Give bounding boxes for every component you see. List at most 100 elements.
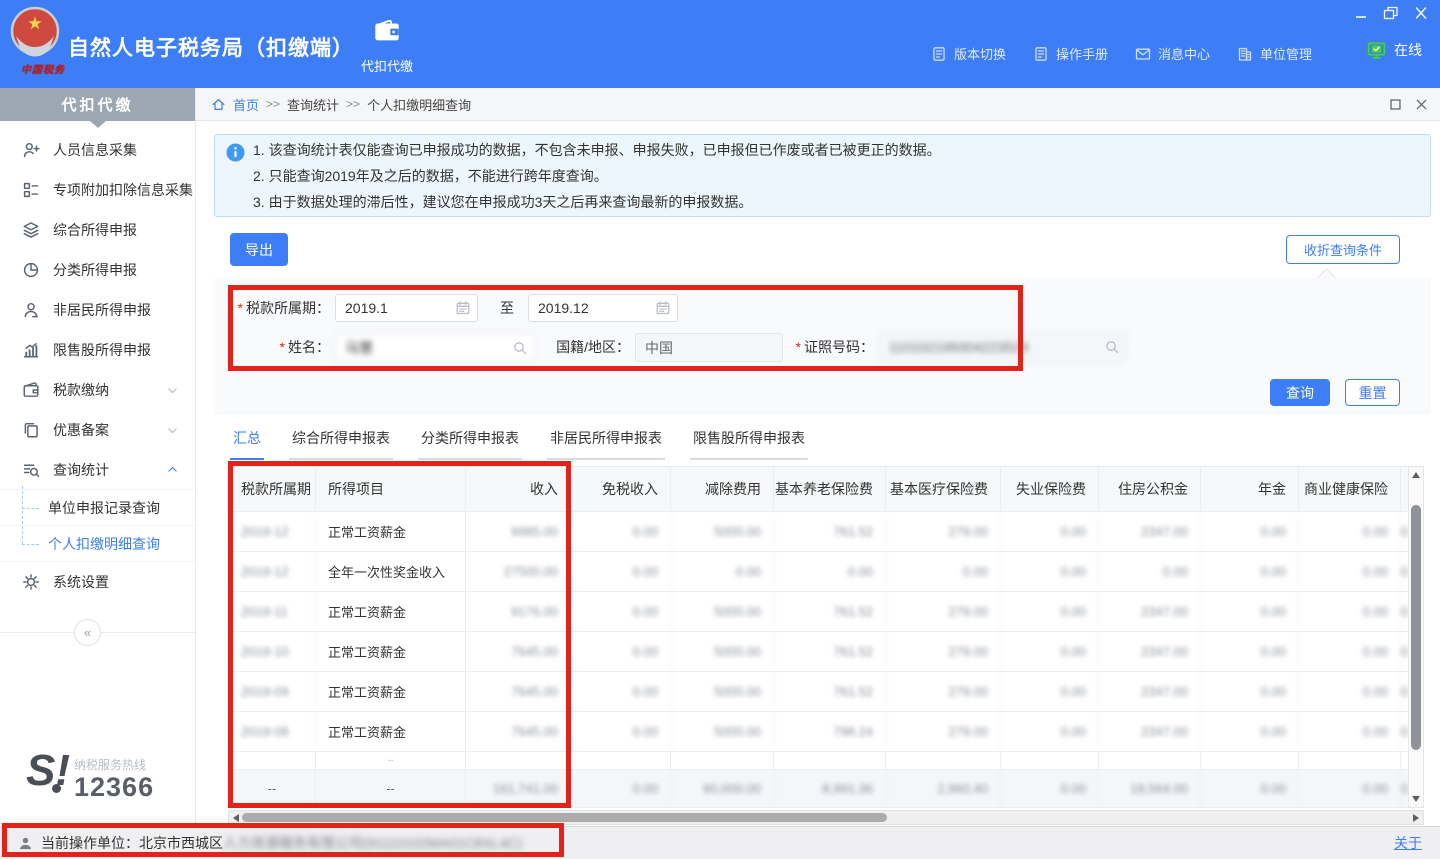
nationality-input[interactable]: [635, 333, 783, 362]
table-header-row: 税款所属期所得项目收入免税收入减除费用基本养老保险费基本医疗保险费失业保险费住房…: [229, 466, 1408, 512]
result-table-wrap: 税款所属期所得项目收入免税收入减除费用基本养老保险费基本医疗保险费失业保险费住房…: [228, 466, 1424, 824]
sidebar-item-comprehensive-income[interactable]: 综合所得申报: [0, 210, 195, 250]
close-pane-icon[interactable]: [1415, 98, 1428, 111]
cell: 0.00: [571, 672, 671, 711]
cell: 279.00: [886, 712, 1001, 751]
scroll-up-arrow[interactable]: [1412, 472, 1420, 478]
sidebar-item-nonresident-income[interactable]: 非居民所得申报: [0, 290, 195, 330]
nav-item-version-switch[interactable]: 版本切换: [931, 44, 1006, 63]
tab-nonresident[interactable]: 非居民所得申报表: [547, 428, 665, 460]
collapse-query-button[interactable]: 收折查询条件: [1286, 235, 1400, 264]
restore-icon[interactable]: [1382, 6, 1400, 20]
calendar-icon[interactable]: [655, 300, 671, 316]
sidebar-header: 代扣代缴: [0, 88, 195, 121]
cell: 7645.00: [466, 632, 571, 671]
column-header-6: 基本医疗保险费: [886, 467, 1001, 511]
tab-restricted[interactable]: 限售股所得申报表: [690, 428, 808, 460]
nav-item-label: 单位管理: [1260, 44, 1312, 63]
breadcrumb-separator: >>: [346, 97, 360, 111]
tab-comprehensive[interactable]: 综合所得申报表: [289, 428, 393, 460]
column-header-1: 所得项目: [316, 467, 466, 511]
cell: 2019-11: [229, 592, 316, 631]
sidebar-item-tax-payment[interactable]: 税款缴纳: [0, 370, 195, 410]
tab-summary[interactable]: 汇总: [230, 428, 264, 460]
about-link[interactable]: 关于: [1394, 833, 1422, 853]
sidebar-item-label: 系统设置: [53, 572, 179, 592]
vertical-scrollbar[interactable]: [1408, 466, 1424, 808]
tab-classified[interactable]: 分类所得申报表: [418, 428, 522, 460]
search-icon[interactable]: [1104, 339, 1120, 355]
hotline-block: S! 纳税服务热线 12366: [22, 752, 182, 810]
horizontal-scroll-thumb[interactable]: [242, 813, 887, 822]
report-tabs: 汇总 综合所得申报表 分类所得申报表 非居民所得申报表 限售股所得申报表: [230, 428, 808, 460]
hotline-logo-icon: S!: [22, 750, 68, 808]
cell: [1401, 752, 1408, 769]
cell: 0.00: [1201, 592, 1299, 631]
summary-cell: --: [229, 770, 316, 807]
search-button[interactable]: 查询: [1270, 379, 1330, 406]
sidebar-item-query-statistics[interactable]: 查询统计: [0, 450, 195, 490]
cell: 0.00: [1401, 552, 1408, 591]
cell: 0.00: [1299, 672, 1401, 711]
sidebar-item-unit-report-query[interactable]: 单位申报记录查询: [0, 490, 195, 526]
cell: 0.00: [1201, 632, 1299, 671]
name-input[interactable]: [335, 333, 535, 362]
sidebar-item-classified-income[interactable]: 分类所得申报: [0, 250, 195, 290]
sidebar-item-personal-detail-query[interactable]: 个人扣缴明细查询: [0, 526, 195, 562]
sidebar-item-preferential-filing[interactable]: 优惠备案: [0, 410, 195, 450]
nav-item-org-management[interactable]: 单位管理: [1237, 44, 1312, 63]
current-unit-label: 当前操作单位：: [41, 833, 139, 853]
scroll-right-arrow[interactable]: [1413, 814, 1419, 822]
sidebar-item-system-settings[interactable]: 系统设置: [0, 562, 195, 602]
cell: [671, 752, 774, 769]
online-label: 在线: [1394, 40, 1422, 60]
cell: 0.00: [571, 552, 671, 591]
module-tab-withholding[interactable]: 代扣代缴: [348, 16, 426, 75]
scroll-left-arrow[interactable]: [233, 814, 239, 822]
id-number-input[interactable]: [879, 332, 1127, 362]
scroll-down-arrow[interactable]: [1412, 796, 1420, 802]
cell: 0.00: [1401, 672, 1408, 711]
notice-box: 1. 该查询统计表仅能查询已申报成功的数据，不包含未申报、申报失败，已申报但已作…: [214, 134, 1431, 217]
table-row: 2019-10正常工资薪金7645.000.005000.00761.52279…: [229, 632, 1408, 672]
column-header-0: 税款所属期: [229, 467, 316, 511]
cell: 0.00: [1401, 512, 1408, 551]
vertical-scroll-thumb[interactable]: [1411, 505, 1421, 750]
search-icon[interactable]: [512, 340, 528, 356]
period-to-field: [528, 294, 678, 322]
sidebar-collapse-button[interactable]: «: [74, 619, 101, 646]
online-status[interactable]: 在线: [1367, 40, 1422, 60]
maximize-icon[interactable]: [1389, 98, 1402, 111]
sidebar-item-restricted-shares[interactable]: 限售股所得申报: [0, 330, 195, 370]
calendar-icon[interactable]: [455, 300, 471, 316]
breadcrumb-home[interactable]: 首页: [233, 95, 259, 114]
summary-cell: 8,991.36: [774, 770, 886, 807]
sidebar: 代扣代缴 人员信息采集专项附加扣除信息采集综合所得申报分类所得申报非居民所得申报…: [0, 88, 196, 826]
horizontal-scrollbar[interactable]: [228, 810, 1424, 825]
hotline-number: 12366: [74, 772, 154, 803]
table-ellipsis-row: ..: [229, 752, 1408, 770]
tab-label: 非居民所得申报表: [550, 430, 662, 446]
cell: 761.52: [774, 672, 886, 711]
nav-item-manual[interactable]: 操作手册: [1033, 44, 1108, 63]
cell: 0.00: [886, 552, 1001, 591]
cell: 0.00: [1201, 672, 1299, 711]
nav-item-message-center[interactable]: 消息中心: [1135, 44, 1210, 63]
sidebar-menu: 人员信息采集专项附加扣除信息采集综合所得申报分类所得申报非居民所得申报限售股所得…: [0, 130, 195, 602]
sidebar-item-personnel-info[interactable]: 人员信息采集: [0, 130, 195, 170]
cell: 0.00: [1299, 592, 1401, 631]
copy-icon: [22, 421, 40, 439]
cell: 2019-12: [229, 552, 316, 591]
hotline-logo-text: S!: [26, 746, 70, 796]
document-icon: [931, 46, 947, 62]
sidebar-item-special-deduction[interactable]: 专项附加扣除信息采集: [0, 170, 195, 210]
minimize-icon[interactable]: [1352, 6, 1370, 20]
cell: 7645.00: [466, 672, 571, 711]
close-icon[interactable]: [1412, 6, 1430, 20]
export-button[interactable]: 导出: [230, 233, 288, 266]
reset-button[interactable]: 重置: [1345, 379, 1400, 406]
cell: 0.00: [1001, 592, 1099, 631]
info-icon: [226, 143, 245, 162]
sidebar-item-label: 分类所得申报: [53, 260, 179, 280]
tab-label: 综合所得申报表: [292, 430, 390, 446]
